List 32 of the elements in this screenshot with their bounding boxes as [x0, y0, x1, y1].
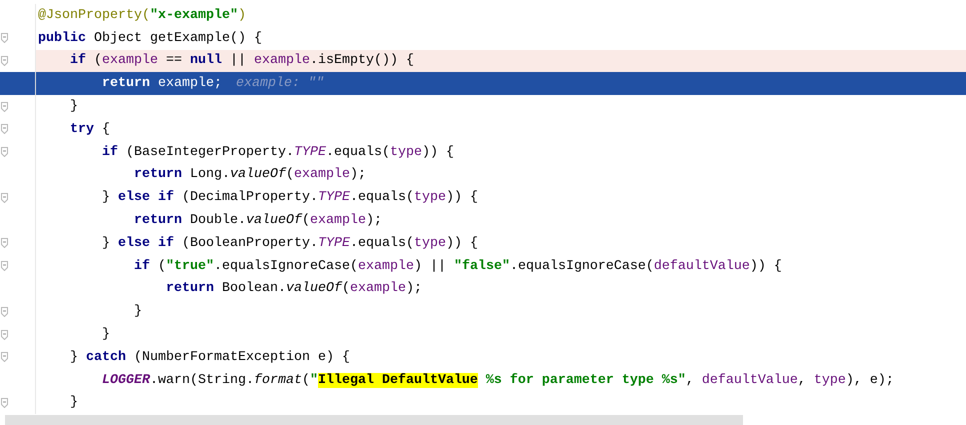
code-line: return Double.valueOf(example);	[132, 213, 382, 228]
code-line: }	[100, 327, 110, 342]
code-line: }	[132, 304, 142, 320]
fold-marker-icon[interactable]	[1, 330, 8, 340]
code-line: return Long.valueOf(example);	[132, 167, 366, 182]
code-line: public Object getExample() {	[38, 30, 262, 46]
fold-marker-icon[interactable]	[1, 56, 8, 66]
fold-marker-icon[interactable]	[1, 238, 8, 248]
code-line: if (example == null || example.isEmpty()) {	[68, 53, 414, 68]
fold-marker-icon[interactable]	[1, 124, 8, 134]
fold-marker-icon[interactable]	[1, 33, 8, 44]
fold-marker-icon[interactable]	[1, 102, 8, 112]
fold-marker-icon[interactable]	[1, 147, 8, 158]
fold-marker-icon[interactable]	[1, 192, 8, 203]
code-line: if ("true".equalsIgnoreCase(example) || "false".equalsIgnoreCase(defaultValue)) {	[132, 258, 782, 274]
code-line: try {	[68, 122, 110, 137]
inline-value-hint: example: ""	[236, 76, 324, 92]
code-line: }	[68, 99, 78, 114]
code-line: @JsonProperty("x-example")	[38, 8, 246, 23]
code-line: return Boolean.valueOf(example);	[164, 281, 422, 296]
fold-marker-icon[interactable]	[1, 352, 8, 362]
code-line: return example;	[100, 76, 222, 92]
code-line: } else if (DecimalProperty.TYPE.equals(type)) {	[100, 190, 478, 206]
code-line: } catch (NumberFormatException e) {	[68, 350, 350, 365]
horizontal-scrollbar[interactable]	[5, 415, 743, 425]
code-line: }	[68, 395, 78, 410]
fold-marker-icon[interactable]	[1, 306, 8, 317]
fold-marker-icon[interactable]	[1, 261, 8, 272]
code-line: } else if (BooleanProperty.TYPE.equals(type)) {	[100, 236, 478, 251]
code-line: if (BaseIntegerProperty.TYPE.equals(type)) {	[100, 144, 454, 160]
fold-marker-icon[interactable]	[1, 398, 8, 408]
code-line: LOGGER.warn(String.format("Illegal DefaultValue %s for parameter type %s", defaultValue, type), e);	[100, 372, 894, 388]
